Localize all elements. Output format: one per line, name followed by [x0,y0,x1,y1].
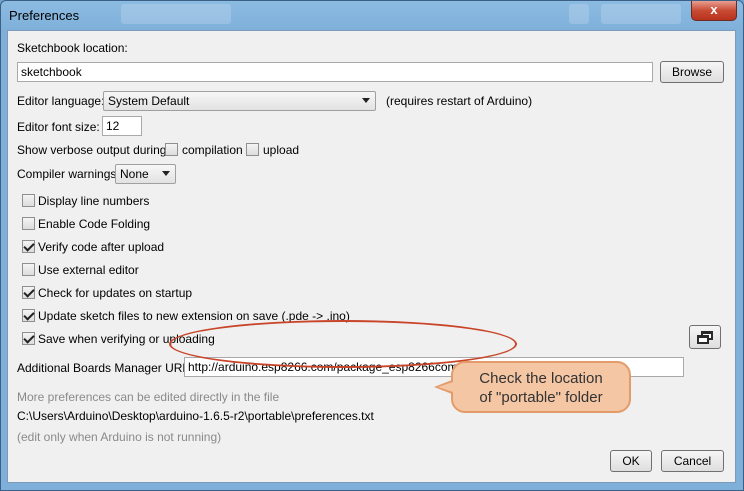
annotation-callout: Check the location of "portable" folder [451,361,631,413]
option-checkbox-use-external-editor[interactable] [22,263,35,276]
editor-language-select[interactable]: System Default [103,91,376,111]
option-label: Check for updates on startup [38,286,193,300]
verbose-upload-checkbox[interactable] [246,143,259,156]
compiler-warnings-select[interactable]: None [115,164,176,184]
editor-language-value: System Default [108,94,190,108]
font-size-input[interactable]: 12 [102,116,142,136]
title-bar: Preferences x [1,1,743,31]
editor-language-label: Editor language: [17,94,105,108]
option-checkbox-verify-after-upload[interactable] [22,240,35,253]
callout-line-2: of "portable" folder [479,389,603,406]
more-preferences-text: More preferences can be edited directly … [17,390,280,404]
option-checkbox-check-updates[interactable] [22,286,35,299]
compiler-warnings-value: None [120,167,149,181]
option-checkbox-display-line-numbers[interactable] [22,194,35,207]
chevron-down-icon [362,98,370,103]
background-window-ghost [601,4,681,24]
verbose-output-label: Show verbose output during: [17,143,170,157]
close-button[interactable]: x [691,1,737,21]
option-label: Use external editor [38,263,139,277]
close-icon: x [710,2,718,17]
cancel-button[interactable]: Cancel [661,450,724,472]
sketchbook-label: Sketchbook location: [17,41,128,55]
option-label: Update sketch files to new extension on … [38,309,350,323]
edit-urls-button[interactable] [689,325,721,349]
background-window-ghost [121,4,231,24]
sketchbook-location-input[interactable]: sketchbook [17,62,653,82]
ok-button[interactable]: OK [610,450,652,472]
background-window-ghost [569,4,589,24]
verbose-compilation-checkbox[interactable] [165,143,178,156]
option-checkbox-update-extension[interactable] [22,309,35,322]
verbose-compilation-label: compilation [182,143,243,157]
option-checkbox-save-when-verifying[interactable] [22,332,35,345]
font-size-label: Editor font size: [17,120,100,134]
preferences-file-path: C:\Users\Arduino\Desktop\arduino-1.6.5-r… [17,409,374,423]
option-checkbox-enable-code-folding[interactable] [22,217,35,230]
option-label: Display line numbers [38,194,150,208]
browse-button[interactable]: Browse [660,61,724,83]
verbose-upload-label: upload [263,143,300,157]
boards-manager-urls-label: Additional Boards Manager URLs: [17,361,199,375]
option-label: Save when verifying or uploading [38,332,215,346]
language-restart-note: (requires restart of Arduino) [386,94,533,108]
callout-line-1: Check the location [479,370,603,387]
compiler-warnings-label: Compiler warnings: [17,167,120,181]
edit-note-text: (edit only when Arduino is not running) [17,430,222,444]
option-label: Verify code after upload [38,240,165,254]
chevron-down-icon [162,171,170,176]
window-title: Preferences [9,8,80,23]
option-label: Enable Code Folding [38,217,151,231]
